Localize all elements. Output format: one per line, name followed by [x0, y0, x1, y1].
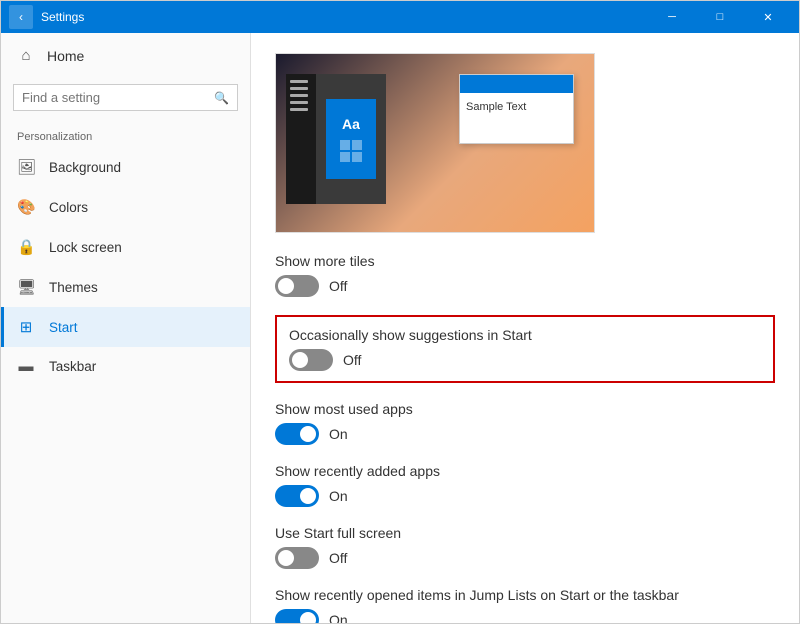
- back-button[interactable]: ‹: [9, 5, 33, 29]
- setting-full-screen: Use Start full screen Off: [275, 525, 775, 569]
- maximize-button[interactable]: □: [697, 1, 743, 33]
- show-recently-added-value: On: [329, 488, 348, 504]
- taskbar-icon: ▬: [17, 358, 35, 375]
- toggle-knob: [278, 550, 294, 566]
- show-suggestions-value: Off: [343, 352, 361, 368]
- start-icon: ⊞: [17, 318, 35, 336]
- background-icon: 🖼: [17, 158, 35, 176]
- mini-tile: [352, 140, 362, 150]
- jump-lists-toggle-row: On: [275, 609, 775, 623]
- toggle-knob: [300, 488, 316, 504]
- mini-tile: [340, 140, 350, 150]
- show-suggestions-toggle[interactable]: [289, 349, 333, 371]
- sidebar-item-themes[interactable]: 🖥 Themes: [1, 267, 250, 307]
- title-bar: ‹ Settings ─ □ ✕: [1, 1, 799, 33]
- sidebar-item-themes-label: Themes: [49, 280, 98, 295]
- sidebar-item-home[interactable]: ⌂ Home: [1, 33, 250, 78]
- show-recently-added-label: Show recently added apps: [275, 463, 775, 479]
- window-title: Settings: [41, 10, 84, 24]
- lock-screen-icon: 🔒: [17, 238, 35, 256]
- search-box[interactable]: 🔍: [13, 84, 238, 111]
- show-suggestions-toggle-row: Off: [289, 349, 761, 371]
- toggle-knob: [278, 278, 294, 294]
- popup-body: Sample Text: [460, 93, 573, 121]
- show-most-used-value: On: [329, 426, 348, 442]
- window-controls: ─ □ ✕: [649, 1, 791, 33]
- bar-dot: [290, 94, 308, 97]
- mini-tile: [352, 152, 362, 162]
- toggle-knob: [300, 612, 316, 623]
- show-more-tiles-value: Off: [329, 278, 347, 294]
- aa-tile: Aa: [326, 99, 376, 179]
- sample-text-popup: Sample Text: [459, 74, 574, 144]
- start-tiles: Aa: [316, 74, 386, 204]
- sidebar-item-colors[interactable]: 🎨 Colors: [1, 187, 250, 227]
- show-more-tiles-toggle[interactable]: [275, 275, 319, 297]
- show-more-tiles-toggle-row: Off: [275, 275, 775, 297]
- home-label: Home: [47, 48, 84, 64]
- start-menu-preview: Aa: [286, 74, 386, 204]
- show-recently-added-toggle-row: On: [275, 485, 775, 507]
- full-screen-value: Off: [329, 550, 347, 566]
- tile-grid: [340, 140, 362, 162]
- setting-show-recently-added: Show recently added apps On: [275, 463, 775, 507]
- show-most-used-toggle[interactable]: [275, 423, 319, 445]
- start-left-bar: [286, 74, 316, 204]
- bar-dot: [290, 87, 308, 90]
- bar-dot: [290, 80, 308, 83]
- toggle-knob: [300, 426, 316, 442]
- jump-lists-label: Show recently opened items in Jump Lists…: [275, 587, 775, 603]
- sidebar: ⌂ Home 🔍 Personalization 🖼 Background 🎨 …: [1, 33, 251, 623]
- setting-show-more-tiles: Show more tiles Off: [275, 253, 775, 297]
- sidebar-item-colors-label: Colors: [49, 200, 88, 215]
- mini-tile: [340, 152, 350, 162]
- start-preview-image: Aa: [275, 53, 595, 233]
- sidebar-item-start-label: Start: [49, 320, 78, 335]
- sidebar-item-taskbar[interactable]: ▬ Taskbar: [1, 347, 250, 386]
- sidebar-item-background-label: Background: [49, 160, 121, 175]
- sidebar-item-background[interactable]: 🖼 Background: [1, 147, 250, 187]
- themes-icon: 🖥: [17, 278, 35, 296]
- bar-dot: [290, 108, 308, 111]
- content-area: Aa: [251, 33, 799, 623]
- search-input[interactable]: [22, 90, 208, 105]
- show-most-used-toggle-row: On: [275, 423, 775, 445]
- settings-window: ‹ Settings ─ □ ✕ ⌂ Home 🔍 Personalizatio…: [0, 0, 800, 624]
- close-button[interactable]: ✕: [745, 1, 791, 33]
- jump-lists-toggle[interactable]: [275, 609, 319, 623]
- show-most-used-label: Show most used apps: [275, 401, 775, 417]
- toggle-knob: [292, 352, 308, 368]
- search-icon: 🔍: [214, 91, 229, 105]
- sidebar-item-lock-screen[interactable]: 🔒 Lock screen: [1, 227, 250, 267]
- full-screen-label: Use Start full screen: [275, 525, 775, 541]
- setting-show-suggestions: Occasionally show suggestions in Start O…: [275, 315, 775, 383]
- full-screen-toggle-row: Off: [275, 547, 775, 569]
- sample-text-label: Sample Text: [466, 101, 526, 113]
- full-screen-toggle[interactable]: [275, 547, 319, 569]
- title-bar-left: ‹ Settings: [9, 5, 84, 29]
- sidebar-item-lock-screen-label: Lock screen: [49, 240, 122, 255]
- colors-icon: 🎨: [17, 198, 35, 216]
- show-more-tiles-label: Show more tiles: [275, 253, 775, 269]
- main-content: ⌂ Home 🔍 Personalization 🖼 Background 🎨 …: [1, 33, 799, 623]
- minimize-button[interactable]: ─: [649, 1, 695, 33]
- home-icon: ⌂: [17, 47, 35, 64]
- sidebar-category: Personalization: [1, 123, 250, 147]
- sidebar-item-taskbar-label: Taskbar: [49, 359, 96, 374]
- jump-lists-value: On: [329, 612, 348, 623]
- show-suggestions-label: Occasionally show suggestions in Start: [289, 327, 761, 343]
- sidebar-item-start[interactable]: ⊞ Start: [1, 307, 250, 347]
- bar-dot: [290, 101, 308, 104]
- setting-jump-lists: Show recently opened items in Jump Lists…: [275, 587, 775, 623]
- popup-header: [460, 75, 573, 93]
- show-recently-added-toggle[interactable]: [275, 485, 319, 507]
- setting-show-most-used: Show most used apps On: [275, 401, 775, 445]
